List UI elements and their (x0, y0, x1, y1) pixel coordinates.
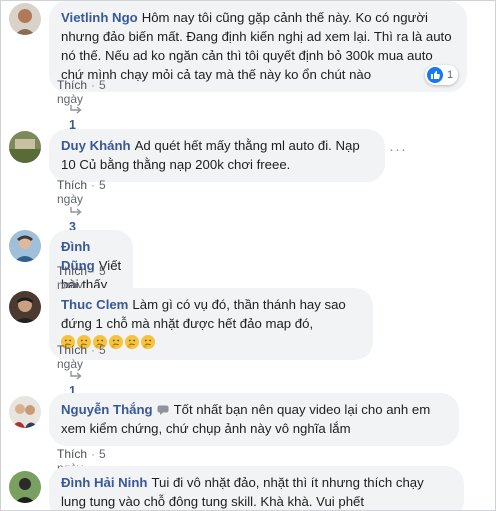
comment-bubble: Đình Hải Ninh Tui đi vô nhặt đảo, nhặt th… (49, 466, 464, 510)
chat-bubble-icon (157, 405, 169, 415)
avatar[interactable] (9, 131, 41, 163)
avatar[interactable] (9, 3, 41, 35)
separator-dot: · (91, 78, 96, 92)
more-options-icon[interactable]: ··· (389, 141, 407, 158)
reply-arrow-icon (70, 371, 82, 380)
like-link[interactable]: Thích (57, 447, 87, 461)
like-reaction-icon (427, 67, 443, 83)
comment-bubble: Vietlinh Ngo Hôm nay tôi cũng gặp cảnh th… (49, 1, 467, 92)
comment-author[interactable]: Đình Hải Ninh (61, 475, 147, 490)
like-link[interactable]: Thích (57, 264, 87, 278)
avatar[interactable] (9, 396, 41, 428)
comments-panel: Vietlinh Ngo Hôm nay tôi cũng gặp cảnh th… (0, 0, 496, 511)
like-link[interactable]: Thích (57, 178, 87, 192)
comment-actions: Thích·5 ngày (57, 78, 106, 106)
like-link[interactable]: Thích (57, 343, 87, 357)
thinking-face-icon (141, 335, 155, 349)
comment-author[interactable]: Vietlinh Ngo (61, 10, 138, 25)
avatar[interactable] (9, 471, 41, 503)
like-link[interactable]: Thích (57, 78, 87, 92)
comment-actions: Thích·5 ngày (57, 343, 106, 371)
separator-dot: · (91, 343, 96, 357)
separator-dot: · (91, 447, 96, 461)
comment-author[interactable]: Nguyễn Thắng (61, 402, 153, 417)
avatar[interactable] (9, 230, 41, 262)
thinking-face-icon (125, 335, 139, 349)
reaction-summary[interactable]: 1 (425, 65, 459, 85)
comment-actions: Thích·5 ngày (57, 178, 106, 206)
separator-dot: · (91, 264, 96, 278)
comment-author[interactable]: Thuc Clem (61, 297, 128, 312)
comment-bubble: Duy Khánh Ad quét hết mấy thằng ml auto đ… (49, 129, 385, 182)
comment-author[interactable]: Duy Khánh (61, 138, 131, 153)
thinking-face-icon (109, 335, 123, 349)
reply-arrow-icon (70, 105, 82, 114)
separator-dot: · (91, 178, 96, 192)
comment-bubble: Nguyễn Thắng Tốt nhất bạn nên quay video … (49, 393, 459, 446)
avatar[interactable] (9, 291, 41, 323)
reaction-count: 1 (447, 69, 454, 81)
reply-arrow-icon (70, 207, 82, 216)
